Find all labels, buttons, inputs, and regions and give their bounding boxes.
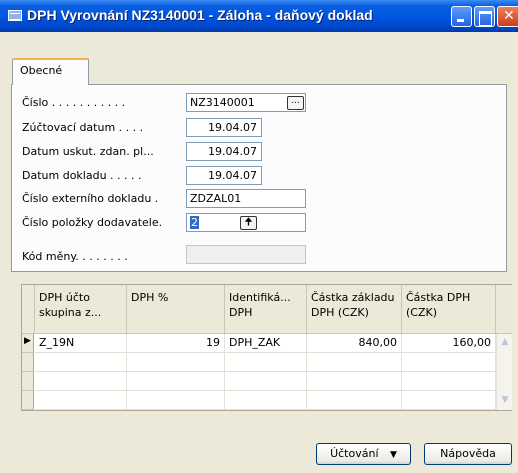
kod-meny-field[interactable] bbox=[186, 245, 306, 264]
column-header-castka[interactable]: Částka DPH (CZK) bbox=[402, 285, 496, 334]
row-selector-header bbox=[22, 285, 35, 334]
close-button[interactable] bbox=[497, 6, 518, 27]
table-cell-empty[interactable] bbox=[35, 372, 127, 391]
tab-obecne-label: Obecné bbox=[20, 64, 63, 77]
column-header-ident-line2: DPH bbox=[229, 306, 253, 319]
table-cell-empty[interactable] bbox=[225, 353, 307, 372]
table-cell-empty[interactable] bbox=[225, 391, 307, 410]
column-header-castka-line2: (CZK) bbox=[406, 306, 438, 319]
table-cell-empty[interactable] bbox=[402, 391, 496, 410]
column-header-skupina-line2: skupina z... bbox=[39, 306, 102, 319]
chevron-down-icon: ▼ bbox=[390, 450, 397, 460]
table-cell-empty[interactable] bbox=[307, 372, 402, 391]
kod-meny-label: Kód měny. . . . . . . . bbox=[22, 250, 128, 263]
table-cell-empty[interactable] bbox=[225, 372, 307, 391]
napoveda-label: Nápověda bbox=[440, 447, 496, 460]
uctovani-menu-button[interactable]: Účtování ▼ bbox=[316, 443, 411, 465]
scroll-up-icon[interactable]: ▲ bbox=[499, 336, 511, 348]
table-cell-zaklad[interactable]: 840,00 bbox=[307, 334, 402, 353]
cislo-label: Číslo . . . . . . . . . . . bbox=[22, 96, 126, 109]
column-header-dph-pct[interactable]: DPH % bbox=[127, 285, 225, 334]
minimize-button[interactable] bbox=[451, 6, 472, 27]
row-selector[interactable]: ▶ bbox=[22, 334, 34, 353]
napoveda-button[interactable]: Nápověda bbox=[424, 443, 512, 465]
cislo-externiho-dokladu-label: Číslo externího dokladu . bbox=[22, 192, 159, 205]
cislo-externiho-dokladu-field[interactable]: ZDZAL01 bbox=[186, 189, 306, 208]
table-cell-empty[interactable] bbox=[35, 353, 127, 372]
window-title: DPH Vyrovnání NZ3140001 - Záloha - daňov… bbox=[27, 7, 373, 23]
table-cell-empty[interactable] bbox=[35, 391, 127, 410]
table-cell-empty[interactable] bbox=[402, 372, 496, 391]
cislo-lookup-button[interactable]: ... bbox=[287, 96, 304, 110]
column-header-ident[interactable]: Identifiká... DPH bbox=[225, 285, 307, 334]
column-header-dph-pct-line2: DPH % bbox=[131, 291, 169, 304]
tab-obecne[interactable]: Obecné bbox=[12, 58, 89, 85]
zuctovaci-datum-field[interactable]: 19.04.07 bbox=[186, 118, 262, 137]
table-cell-empty[interactable] bbox=[402, 353, 496, 372]
column-header-zaklad[interactable]: Částka základu DPH (CZK) bbox=[307, 285, 402, 334]
row-selector[interactable] bbox=[22, 391, 34, 410]
datum-uskut-label: Datum uskut. zdan. pl... bbox=[22, 145, 154, 158]
current-row-icon: ▶ bbox=[24, 336, 31, 346]
vat-lines-table[interactable]: DPH účto skupina z... DPH % Identifiká..… bbox=[21, 284, 512, 411]
datum-dokladu-value: 19.04.07 bbox=[208, 169, 257, 182]
zuctovaci-datum-label: Zúčtovací datum . . . . bbox=[22, 121, 144, 134]
row-selector[interactable] bbox=[22, 353, 34, 372]
vertical-scrollbar[interactable]: ▲ ▼ bbox=[496, 334, 512, 410]
arrow-up-icon[interactable]: 🠉 bbox=[240, 216, 257, 230]
datum-uskut-field[interactable]: 19.04.07 bbox=[186, 142, 262, 161]
column-header-zaklad-line2: DPH (CZK) bbox=[311, 306, 369, 319]
cislo-value: NZ3140001 bbox=[190, 96, 255, 109]
table-cell-castka[interactable]: 160,00 bbox=[402, 334, 496, 353]
datum-dokladu-field[interactable]: 19.04.07 bbox=[186, 166, 262, 185]
zuctovaci-datum-value: 19.04.07 bbox=[208, 121, 257, 134]
table-cell-empty[interactable] bbox=[127, 353, 225, 372]
column-header-skupina[interactable]: DPH účto skupina z... bbox=[35, 285, 127, 334]
scroll-down-icon[interactable]: ▼ bbox=[499, 394, 511, 406]
cislo-polozky-label: Číslo položky dodavatele. bbox=[22, 216, 163, 229]
table-cell-empty[interactable] bbox=[127, 372, 225, 391]
uctovani-label: Účtování bbox=[330, 447, 379, 460]
table-cell-empty[interactable] bbox=[307, 353, 402, 372]
datum-dokladu-label: Datum dokladu . . . . . bbox=[22, 169, 142, 182]
table-cell-skupina[interactable]: Z_19N bbox=[35, 334, 127, 353]
column-header-skupina-line1: DPH účto bbox=[39, 291, 90, 304]
table-cell-ident[interactable]: DPH_ZAK bbox=[225, 334, 307, 353]
cislo-externiho-dokladu-value: ZDZAL01 bbox=[190, 192, 242, 205]
column-header-castka-line1: Částka DPH bbox=[406, 291, 471, 304]
title-bar[interactable]: DPH Vyrovnání NZ3140001 - Záloha - daňov… bbox=[0, 0, 518, 32]
maximize-button[interactable] bbox=[474, 6, 495, 27]
table-cell-dph-pct[interactable]: 19 bbox=[127, 334, 225, 353]
datum-uskut-value: 19.04.07 bbox=[208, 145, 257, 158]
column-header-ident-line1: Identifiká... bbox=[229, 291, 291, 304]
scrollbar-header bbox=[496, 285, 512, 334]
table-cell-empty[interactable] bbox=[307, 391, 402, 410]
table-cell-empty[interactable] bbox=[127, 391, 225, 410]
column-header-zaklad-line1: Částka základu bbox=[311, 291, 395, 304]
cislo-polozky-value: 2 bbox=[190, 216, 199, 229]
table-icon bbox=[8, 10, 22, 21]
row-selector[interactable] bbox=[22, 372, 34, 391]
